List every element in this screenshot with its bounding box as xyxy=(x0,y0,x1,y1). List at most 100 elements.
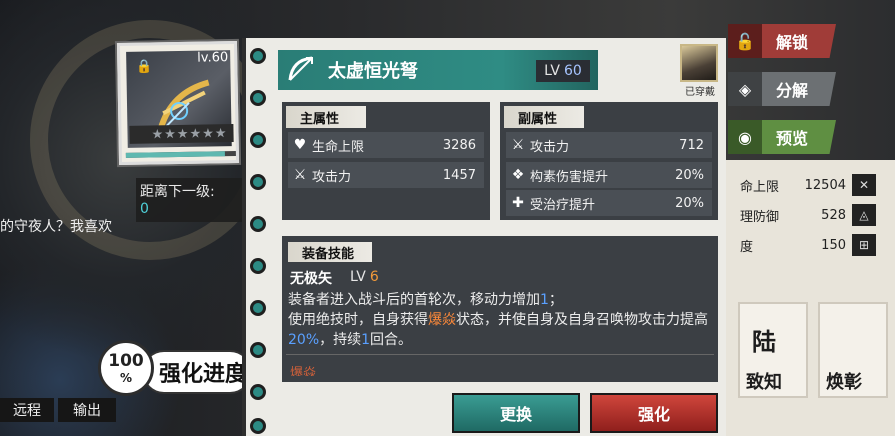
item-level-value: 60 xyxy=(564,63,582,79)
item-card[interactable]: 🔒 lv.60 ★ ★ ★ ★ ★ ★ xyxy=(116,40,240,166)
item-level-label: LV xyxy=(544,63,560,79)
next-level-label: 距离下一级: xyxy=(140,184,215,200)
unlock-button[interactable]: 🔓 解锁 xyxy=(728,24,836,58)
attribute-name: 构素伤害提升 xyxy=(530,169,609,185)
next-level-value: 0 xyxy=(140,201,149,217)
equipment-skill-box: 装备技能 无极矢 LV 6 装备者进入战斗后的首轮次，移动力增加1； 使用绝技时，… xyxy=(282,236,718,382)
crossed-swords-icon: ⚔ xyxy=(293,167,307,183)
diamond-icon: ◈ xyxy=(728,72,762,106)
eye-icon: ◉ xyxy=(728,120,762,154)
tab-output[interactable]: 输出 xyxy=(58,398,116,422)
attribute-value: 1457 xyxy=(442,167,476,183)
star-icon: ★ xyxy=(189,126,202,142)
skill-desc-keyword[interactable]: 爆焱 xyxy=(428,312,456,328)
enhance-button[interactable]: 强化 xyxy=(590,393,718,433)
attribute-value: 712 xyxy=(679,137,704,153)
skill-desc-value: 1 xyxy=(540,292,549,308)
skill-desc-text: 回合。 xyxy=(370,332,413,348)
wearer-avatar xyxy=(680,44,718,82)
sub-attributes-title: 副属性 xyxy=(504,106,584,128)
dismantle-button[interactable]: ◈ 分解 xyxy=(728,72,836,106)
crossed-swords-icon: ⚔ xyxy=(511,137,525,153)
main-attribute-row: ⚔ 攻击力 1457 xyxy=(288,162,484,188)
enhance-progress-unit: % xyxy=(119,370,133,385)
heart-icon: ♥ xyxy=(293,137,307,153)
skill-desc-text: 装备者进入战斗后的首轮次，移动力增加 xyxy=(288,292,540,308)
enhance-progress-label: 强化进度 xyxy=(142,350,252,394)
wearer-info[interactable]: 已穿戴 xyxy=(680,44,720,100)
skill-level-value: 6 xyxy=(369,269,379,285)
skill-level: LV 6 xyxy=(350,269,379,285)
background-stat-value: 12504 xyxy=(804,177,846,193)
background-stat-label: 度 xyxy=(740,239,754,255)
background-stat-value: 150 xyxy=(821,237,846,253)
background-stat-row: 度 150 ⊞ xyxy=(740,230,895,260)
sub-attribute-row: ❖ 构素伤害提升 20% xyxy=(506,162,712,188)
sub-attribute-row: ✚ 受治疗提升 20% xyxy=(506,190,712,216)
attribute-name: 攻击力 xyxy=(530,139,570,155)
dismantle-label: 分解 xyxy=(776,81,809,100)
star-icon: ★ xyxy=(176,126,189,142)
skill-desc-text: ，持续 xyxy=(319,332,362,348)
binder-rings xyxy=(250,48,268,436)
shield-icon: ◬ xyxy=(852,204,876,226)
skill-name: 无极矢 xyxy=(290,271,332,287)
bow-icon xyxy=(288,56,313,81)
attribute-value: 20% xyxy=(675,167,704,183)
skill-desc-text: 使用绝技时，自身获得 xyxy=(288,312,428,328)
main-attribute-row: ♥ 生命上限 3286 xyxy=(288,132,484,158)
element-icon: ❖ xyxy=(511,167,525,183)
enhance-progress-circle: 100 % xyxy=(98,340,154,396)
item-card-level: lv.60 xyxy=(197,50,229,66)
attribute-name: 攻击力 xyxy=(312,169,352,185)
wearer-label: 已穿戴 xyxy=(685,87,715,98)
swords-icon: ✕ xyxy=(852,174,876,196)
unlock-label: 解锁 xyxy=(776,33,809,52)
background-tile-top: 陆 xyxy=(752,327,776,356)
skill-section-title: 装备技能 xyxy=(288,242,372,262)
exp-bar xyxy=(125,150,236,158)
skill-desc-text: ； xyxy=(548,292,563,308)
exchange-button[interactable]: 更换 xyxy=(452,393,580,433)
background-tile-label: 致知 xyxy=(746,372,782,393)
star-icon: ★ xyxy=(164,126,176,142)
tab-ranged[interactable]: 远程 xyxy=(0,398,54,422)
skill-description: 装备者进入战斗后的首轮次，移动力增加1； 使用绝技时，自身获得爆焱状态，并使自身… xyxy=(288,290,712,350)
item-level-badge: LV 60 xyxy=(536,60,590,82)
preview-button[interactable]: ◉ 预览 xyxy=(728,120,836,154)
main-attributes-box: 主属性 ♥ 生命上限 3286 ⚔ 攻击力 1457 xyxy=(282,102,490,220)
heal-icon: ✚ xyxy=(512,195,524,211)
sub-attribute-row: ⚔ 攻击力 712 xyxy=(506,132,712,158)
skill-divider xyxy=(286,354,714,355)
attribute-value: 20% xyxy=(675,195,704,211)
move-icon: ⊞ xyxy=(852,234,876,256)
attribute-name: 受治疗提升 xyxy=(530,197,596,213)
preview-label: 预览 xyxy=(776,129,809,148)
item-name: 太虚恒光弩 xyxy=(328,61,418,82)
background-stat-label: 命上限 xyxy=(740,179,780,195)
background-dialog-text: 的守夜人？我喜欢 xyxy=(0,219,112,235)
background-stat-row: 命上限 12504 ✕ xyxy=(740,170,895,200)
enhance-progress-percent: 100 xyxy=(108,350,144,371)
background-stat-row: 理防御 528 ◬ xyxy=(740,200,895,230)
sub-attributes-box: 副属性 ⚔ 攻击力 712 ❖ 构素伤害提升 20% ✚ 受治疗提升 20% xyxy=(500,102,718,220)
attribute-value: 3286 xyxy=(442,137,476,153)
main-attributes-title: 主属性 xyxy=(286,106,366,128)
skill-level-label: LV xyxy=(350,269,366,285)
next-level-box: 距离下一级: 0 xyxy=(136,178,242,222)
background-stat-value: 528 xyxy=(821,207,846,223)
background-tile-label: 焕彰 xyxy=(826,372,862,393)
attribute-name: 生命上限 xyxy=(312,139,365,155)
skill-desc-text: 状态，并使自身及自身召唤物攻击力提高 xyxy=(456,312,708,328)
star-icon: ★ xyxy=(214,125,227,141)
skill-desc-value: 20% xyxy=(288,332,320,348)
skill-desc-value: 1 xyxy=(361,332,371,348)
star-icon: ★ xyxy=(202,125,214,142)
enhance-progress-badge[interactable]: 强化进度 100 % xyxy=(98,336,256,400)
star-rating: ★ ★ ★ ★ ★ ★ xyxy=(129,124,234,144)
lock-icon: 🔓 xyxy=(728,24,762,58)
background-stat-label: 理防御 xyxy=(740,209,780,225)
exp-bar-fill xyxy=(125,151,225,158)
skill-keyword-tag[interactable]: 爆焱 xyxy=(290,362,316,376)
star-icon: ★ xyxy=(151,126,164,142)
